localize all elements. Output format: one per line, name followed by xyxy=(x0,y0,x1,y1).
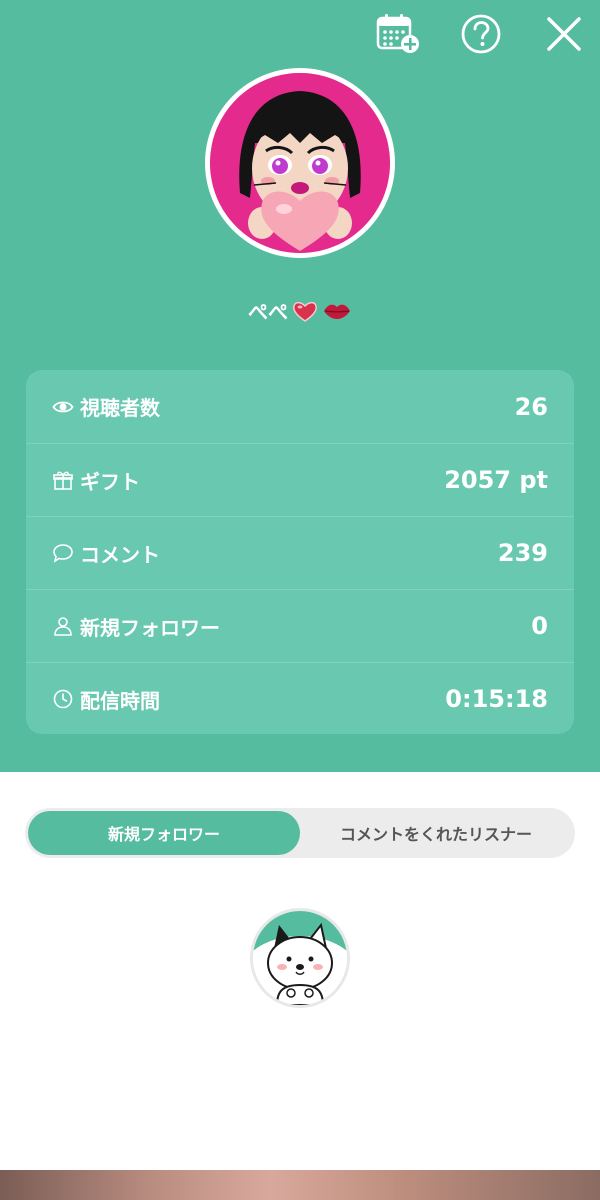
streamer-avatar[interactable] xyxy=(205,68,395,258)
stat-value: 26 xyxy=(514,392,548,421)
streamer-name: ぺぺ xyxy=(0,296,600,325)
stat-row-gifts: ギフト 2057 pt xyxy=(26,443,574,516)
close-icon xyxy=(547,17,581,51)
follower-avatar[interactable] xyxy=(250,908,350,1008)
stat-value: 2057 pt xyxy=(444,466,548,494)
calendar-add-icon xyxy=(376,14,419,53)
stat-label: 配信時間 xyxy=(80,688,160,713)
help-button[interactable] xyxy=(457,10,505,58)
stat-label: 新規フォロワー xyxy=(80,615,220,640)
stat-value: 0:15:18 xyxy=(445,685,548,713)
stat-row-new-followers: 新規フォロワー 0 xyxy=(26,589,574,662)
person-icon xyxy=(52,615,74,637)
bottom-background-image xyxy=(0,1170,600,1200)
tab-commenting-listeners[interactable]: コメントをくれたリスナー xyxy=(300,811,572,855)
username-text: ぺぺ xyxy=(248,300,288,324)
heart-emoji-icon xyxy=(293,301,317,322)
help-icon xyxy=(461,14,501,54)
stat-label: 視聴者数 xyxy=(80,396,160,420)
stat-row-viewers: 視聴者数 26 xyxy=(26,370,574,443)
tab-new-followers[interactable]: 新規フォロワー xyxy=(28,811,300,855)
eye-icon xyxy=(52,396,74,418)
streamer-avatar-image xyxy=(210,73,390,253)
stat-row-stream-duration: 配信時間 0:15:18 xyxy=(26,662,574,735)
gift-icon xyxy=(52,469,74,491)
follower-avatar-image xyxy=(253,911,347,1005)
stat-value: 0 xyxy=(531,612,548,640)
lips-emoji-icon xyxy=(324,304,350,319)
stream-stats-card: 視聴者数 26 ギフト 2057 pt コメント 239 新規フォロワー 0 配… xyxy=(26,370,574,734)
listener-tabs: 新規フォロワー コメントをくれたリスナー xyxy=(25,808,575,858)
close-button[interactable] xyxy=(540,10,588,58)
stat-label: コメント xyxy=(80,542,160,567)
stat-row-comments: コメント 239 xyxy=(26,516,574,589)
stream-summary-header: ぺぺ 視聴者数 26 ギフト 2057 pt コメント 239 新規フォロワー … xyxy=(0,0,600,772)
clock-icon xyxy=(52,688,74,710)
stat-value: 239 xyxy=(497,539,548,567)
calendar-add-button[interactable] xyxy=(374,10,422,58)
comment-icon xyxy=(52,542,74,564)
stat-label: ギフト xyxy=(80,469,140,494)
